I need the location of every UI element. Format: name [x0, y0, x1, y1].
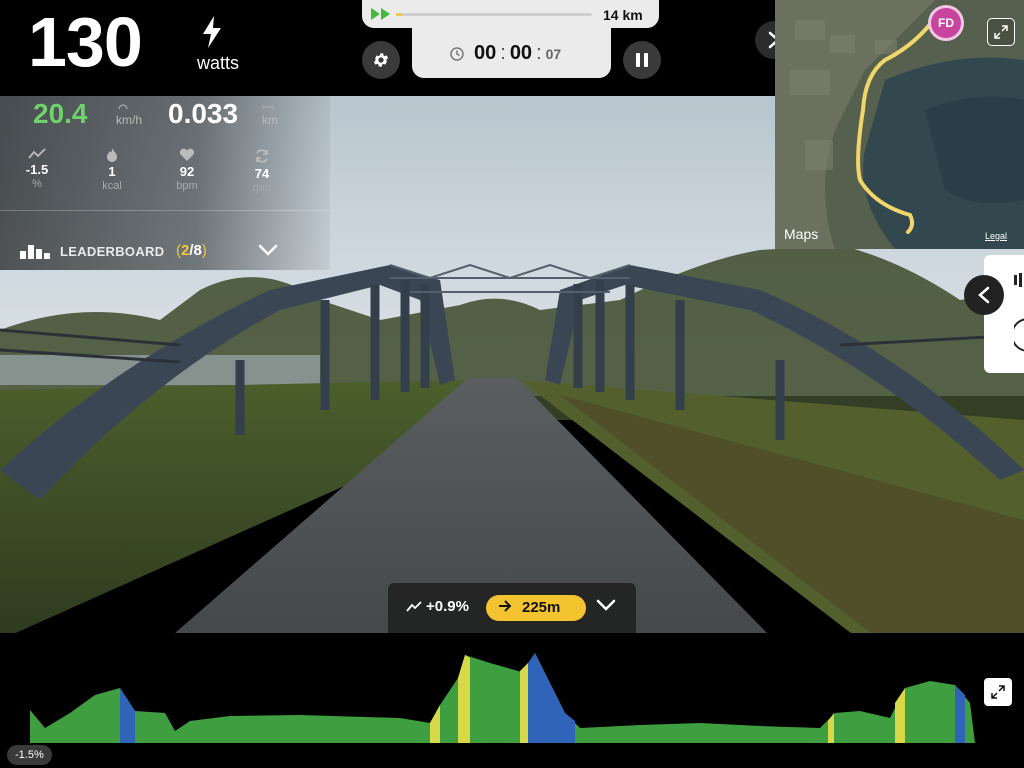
timer-hours: 00: [474, 42, 497, 64]
distance-unit: km: [262, 113, 278, 127]
fast-forward-icon: [371, 8, 390, 20]
maps-credit-text: Maps: [784, 226, 819, 242]
cadence-value: 74: [254, 166, 270, 181]
current-grade-badge: -1.5%: [7, 745, 52, 765]
elevation-segment-steep: [430, 705, 440, 743]
maps-attribution: Maps: [784, 226, 818, 242]
gear-icon: [373, 53, 389, 67]
calories-stat: 1 kcal: [87, 148, 137, 192]
elevation-segment-steep: [895, 688, 905, 743]
partial-circle-icon: [1014, 318, 1024, 352]
incline-icon: [406, 601, 422, 612]
heart-rate-stat: 92 bpm: [162, 148, 212, 192]
upcoming-distance-badge: 225m: [486, 595, 586, 621]
pause-button[interactable]: [623, 41, 661, 79]
route-progress-panel: 14 km: [362, 0, 659, 28]
leaderboard-total: 8: [193, 242, 202, 259]
rider-avatar: FD: [928, 5, 964, 41]
elevation-segment-steep: [828, 713, 834, 743]
elapsed-time: 00:00:07: [474, 42, 562, 64]
timer-minutes: 00: [509, 42, 533, 64]
upcoming-grade: +0.9%: [426, 598, 469, 615]
leaderboard-toggle[interactable]: LEADERBOARD (2/8): [0, 236, 330, 270]
timer-panel: 00:00:07: [412, 28, 611, 78]
elevation-profile[interactable]: [0, 633, 1024, 768]
calories-value: 1: [108, 164, 116, 179]
side-drawer-toggle[interactable]: [964, 275, 1004, 315]
pause-icon: [636, 53, 648, 67]
power-value: 130: [28, 3, 143, 81]
map-expand-button[interactable]: [987, 18, 1015, 46]
chevron-down-icon: [596, 599, 616, 611]
elevation-expand-button[interactable]: [984, 678, 1012, 706]
leaderboard-rank: 2: [181, 242, 190, 259]
expand-icon: [994, 25, 1008, 39]
elevation-segment-descent: [120, 688, 135, 743]
stats-divider: [0, 210, 330, 211]
settings-button[interactable]: [362, 41, 400, 79]
heart-rate-value: 92: [179, 164, 195, 179]
speedometer-icon: [118, 104, 128, 110]
refresh-icon: [256, 149, 268, 163]
clock-icon: [450, 47, 464, 61]
power-unit: watts: [197, 53, 240, 73]
route-progress-fill: [396, 13, 402, 16]
leaderboard-position: (2/8): [176, 242, 207, 259]
leaderboard-icon: [20, 245, 50, 259]
cadence-stat: 74 rpm: [237, 148, 287, 194]
grade-stat: -1.5 %: [12, 148, 62, 190]
speed-value: 20.4: [33, 98, 88, 129]
grade-unit: %: [32, 178, 42, 190]
timer-seconds: 07: [545, 46, 562, 62]
heart-icon: [179, 148, 195, 161]
leaderboard-label: LEADERBOARD: [60, 244, 165, 259]
elevation-chart: [0, 653, 1024, 768]
cadence-unit: rpm: [252, 182, 272, 194]
upcoming-distance: 225m: [522, 599, 561, 616]
elevation-segment-descent: [565, 713, 575, 743]
elevation-segment-descent: [955, 685, 965, 743]
grade-value: -1.5: [25, 162, 49, 177]
elevation-segment-steep: [458, 655, 470, 743]
distance-value: 0.033: [168, 98, 239, 129]
dumbbell-icon: [1014, 273, 1022, 287]
distance-icon: [262, 105, 274, 109]
arrow-right-icon: [499, 600, 512, 612]
legal-link[interactable]: Legal: [985, 231, 1007, 241]
chevron-down-icon: [258, 244, 278, 256]
lightning-bolt-icon: [203, 16, 221, 48]
chevron-left-icon: [978, 286, 990, 304]
expand-icon: [991, 685, 1005, 699]
incline-icon: [28, 148, 46, 159]
elevation-segment-descent: [528, 653, 565, 743]
route-total-distance: 14 km: [603, 7, 643, 23]
calories-unit: kcal: [102, 180, 122, 192]
route-progress-bar: [396, 13, 592, 16]
speed-unit: km/h: [116, 113, 143, 127]
upcoming-segment-panel[interactable]: +0.9% 225m: [388, 583, 636, 633]
heart-rate-unit: bpm: [176, 180, 198, 192]
flame-icon: [107, 148, 117, 162]
elevation-segment-steep: [520, 663, 528, 743]
